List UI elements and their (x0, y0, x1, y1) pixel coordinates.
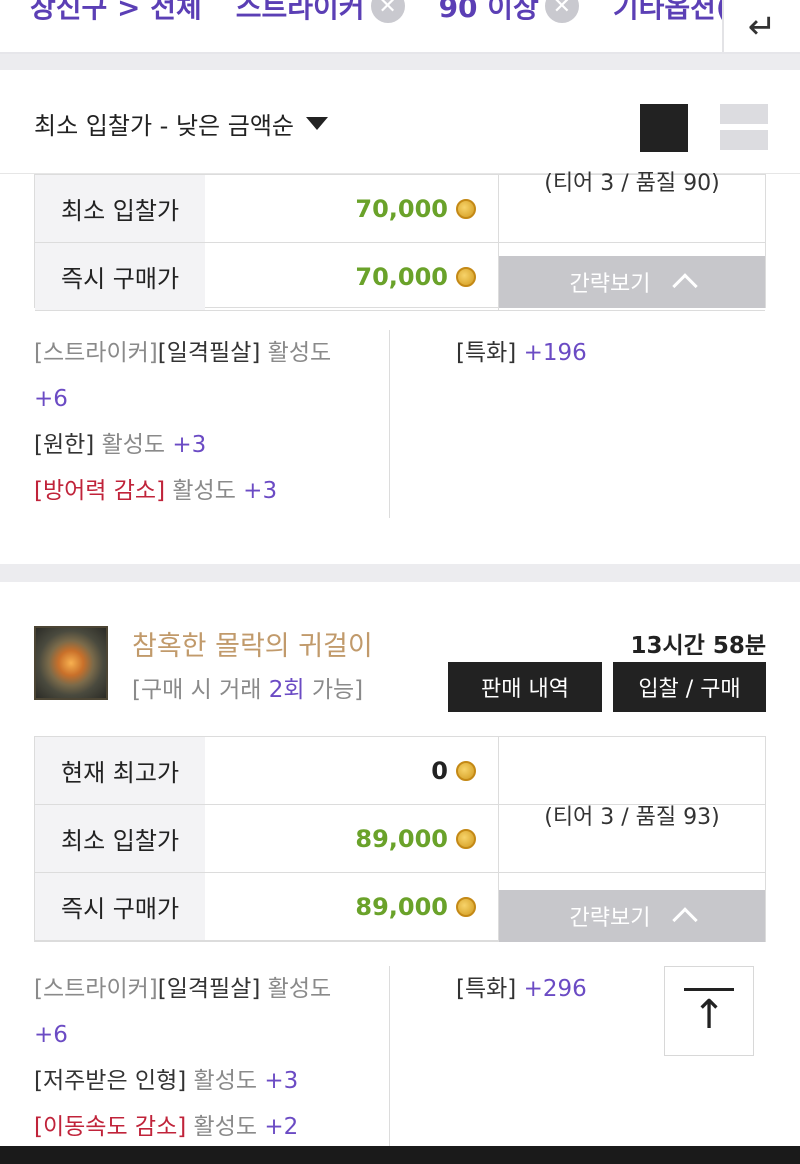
list-view-icon[interactable] (720, 104, 768, 152)
item1-options: [스트라이커][일격필살] 활성도 +6 [원한] 활성도 +3 [방어력 감소… (34, 330, 766, 518)
min-bid-label: 최소 입찰가 (35, 805, 205, 872)
current-highest-value: 0 (205, 737, 499, 804)
gold-coin-icon (456, 896, 476, 917)
min-bid-label: 최소 입찰가 (35, 175, 205, 242)
back-icon: ↵ (747, 7, 777, 47)
category-filter[interactable]: 장신구 > 전체 (30, 0, 202, 26)
item2-price-table: 현재 최고가 0 최소 입찰가 89,000 즉시 구매가 89,000 (티어… (34, 736, 766, 942)
option-line: [원한] 활성도 +3 (34, 432, 207, 458)
tier-quality-text: (티어 3 / 품질 93) (544, 805, 720, 830)
buy-now-label: 즉시 구매가 (35, 243, 205, 310)
bottom-bar (0, 1146, 800, 1164)
min-bid-value: 89,000 (205, 805, 499, 872)
scroll-to-top-button[interactable]: ↑ (664, 966, 754, 1056)
remove-quality-filter-icon[interactable]: ✕ (544, 0, 579, 23)
stat-value: +296 (516, 976, 587, 1002)
remaining-time: 13시간 58분 (630, 633, 766, 659)
option-value: +6 (34, 1022, 68, 1048)
stat-options: [특화] +196 (456, 330, 587, 376)
gold-coin-icon (456, 760, 476, 781)
divider (0, 54, 800, 70)
option-line: [저주받은 인형] 활성도 +3 (34, 1068, 299, 1094)
sort-label: 최소 입찰가 - 낮은 금액순 (34, 112, 294, 140)
caret-down-icon (305, 117, 328, 130)
grid-view-icon[interactable] (640, 104, 688, 152)
class-filter-chip[interactable]: 스트라이커 ✕ (236, 0, 405, 26)
trade-limit-text: [구매 시 거래 2회 가능] (132, 677, 364, 703)
stat-options: [특화] +296 (456, 966, 587, 1012)
arrow-up-icon: ↑ (692, 991, 726, 1038)
item-name[interactable]: 참혹한 몰락의 귀걸이 (132, 624, 373, 663)
buy-now-value: 89,000 (205, 873, 499, 940)
gold-coin-icon (456, 266, 476, 287)
simple-view-button[interactable]: 간략보기 (499, 256, 765, 308)
engraving-options: [스트라이커][일격필살] 활성도 +6 [저주받은 인형] 활성도 +3 [이… (34, 966, 390, 1146)
stat-label: [특화] (456, 340, 517, 366)
tier-quality-text: (티어 3 / 품질 90) (544, 171, 720, 196)
option-value: +6 (34, 386, 68, 412)
table-row: 현재 최고가 0 (35, 737, 765, 805)
sales-history-button[interactable]: 판매 내역 (448, 662, 602, 712)
chevron-up-icon (672, 907, 699, 933)
class-filter-label: 스트라이커 (235, 0, 365, 24)
current-highest-label: 현재 최고가 (35, 737, 205, 804)
bid-buy-button[interactable]: 입찰 / 구매 (613, 662, 766, 712)
option-line: [스트라이커][일격필살] 활성도 (34, 340, 332, 366)
stat-value: +196 (516, 340, 587, 366)
simple-view-button[interactable]: 간략보기 (499, 890, 765, 942)
quality-filter-label: 90 이상 (438, 0, 539, 24)
option-line: [스트라이커][일격필살] 활성도 (34, 976, 332, 1002)
item1-price-table: 최소 입찰가 70,000 즉시 구매가 70,000 (티어 3 / 품질 9… (34, 171, 766, 311)
filter-bar: 장신구 > 전체 스트라이커 ✕ 90 이상 ✕ 기타옵션(2/ ↵ (0, 0, 800, 54)
engraving-options: [스트라이커][일격필살] 활성도 +6 [원한] 활성도 +3 [방어력 감소… (34, 330, 390, 518)
stat-label: [특화] (456, 976, 517, 1002)
chevron-up-icon (672, 273, 699, 299)
option-line: [방어력 감소] 활성도 +3 (34, 478, 278, 504)
buy-now-value: 70,000 (205, 243, 499, 310)
option-line: [이동속도 감소] 활성도 +2 (34, 1114, 299, 1140)
gold-coin-icon (456, 198, 476, 219)
sort-bar: 최소 입찰가 - 낮은 금액순 (0, 70, 800, 174)
quality-filter-chip[interactable]: 90 이상 ✕ (439, 0, 579, 26)
item2-options: [스트라이커][일격필살] 활성도 +6 [저주받은 인형] 활성도 +3 [이… (34, 966, 766, 1146)
top-bar-icon (684, 987, 734, 991)
remove-class-filter-icon[interactable]: ✕ (370, 0, 405, 23)
buy-now-label: 즉시 구매가 (35, 873, 205, 940)
filter-chips: 장신구 > 전체 스트라이커 ✕ 90 이상 ✕ 기타옵션(2/ (30, 0, 792, 26)
simple-view-label: 간략보기 (569, 906, 651, 931)
sort-dropdown[interactable]: 최소 입찰가 - 낮은 금액순 (34, 106, 328, 141)
earring-item-icon[interactable] (34, 626, 108, 700)
min-bid-value: 70,000 (205, 175, 499, 242)
gold-coin-icon (456, 828, 476, 849)
simple-view-label: 간략보기 (569, 272, 651, 297)
back-button[interactable]: ↵ (722, 0, 800, 52)
section-divider (0, 564, 800, 582)
